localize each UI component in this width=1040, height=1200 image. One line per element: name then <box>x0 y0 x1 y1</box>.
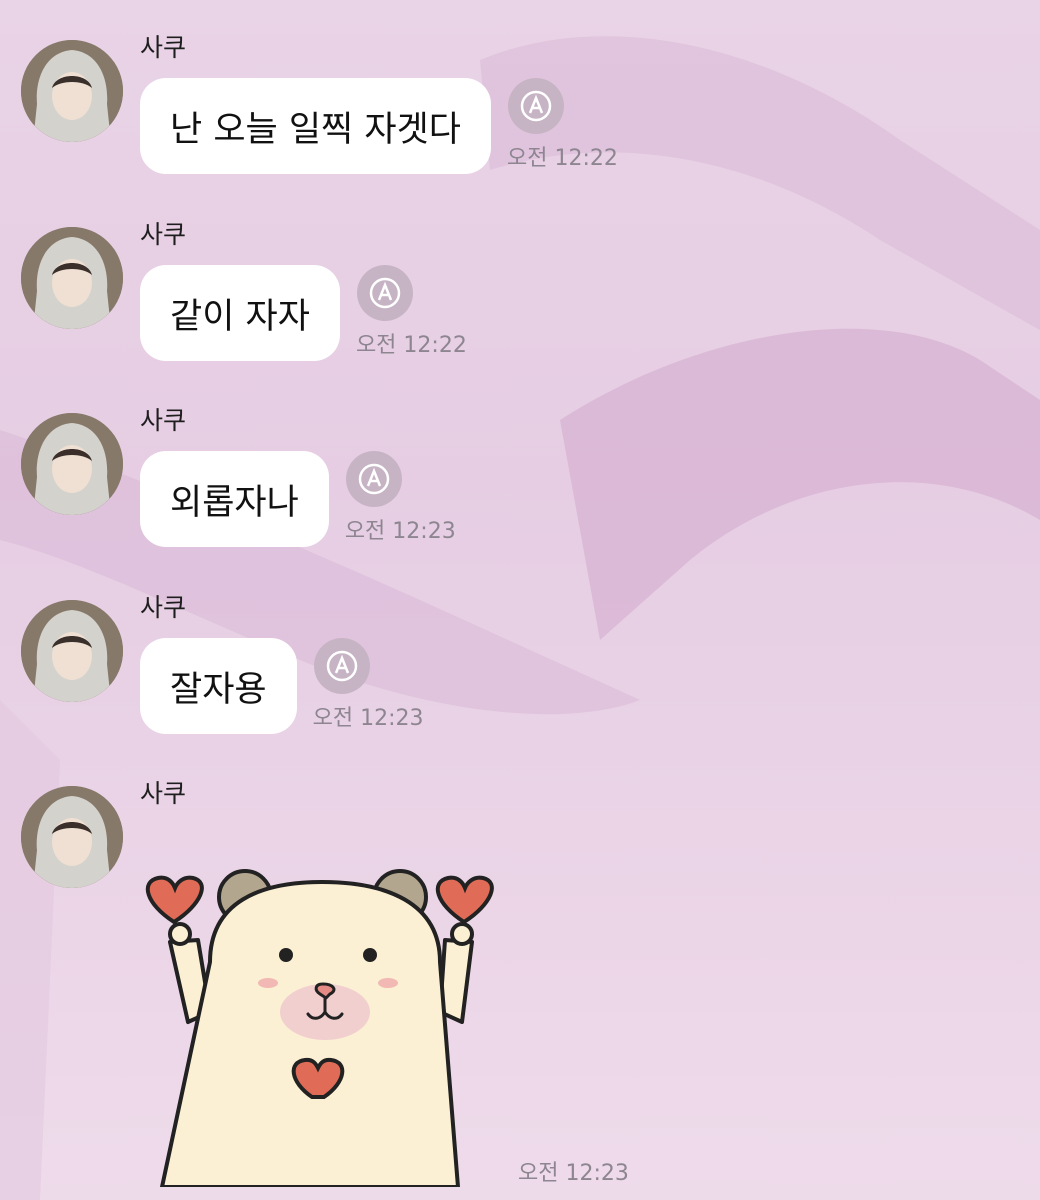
message-time: 오전 12:23 <box>518 1161 629 1186</box>
avatar[interactable] <box>21 227 123 329</box>
chat-thread: 사쿠 난 오늘 일찍 자겟다 오전 12:22 사쿠 같이 자자 오전 12:2… <box>0 0 1040 1200</box>
translate-icon[interactable] <box>313 638 370 694</box>
avatar[interactable] <box>21 40 123 142</box>
bear-holding-hearts-sticker[interactable] <box>140 852 500 1189</box>
translate-icon[interactable] <box>356 265 413 321</box>
sender-name: 사쿠 <box>140 779 187 808</box>
message-time: 오전 12:23 <box>312 706 424 731</box>
avatar[interactable] <box>21 600 123 702</box>
message-bubble[interactable]: 외롭자나 <box>140 451 329 547</box>
avatar[interactable] <box>21 786 123 888</box>
sender-name: 사쿠 <box>140 220 187 249</box>
message-bubble[interactable]: 난 오늘 일찍 자겟다 <box>140 78 491 174</box>
message-time: 오전 12:23 <box>344 519 456 544</box>
message-time: 오전 12:22 <box>506 146 618 171</box>
sender-name: 사쿠 <box>140 33 187 62</box>
sender-name: 사쿠 <box>140 406 187 435</box>
translate-icon[interactable] <box>507 78 564 134</box>
avatar[interactable] <box>21 413 123 515</box>
message-time: 오전 12:22 <box>355 333 467 358</box>
translate-icon[interactable] <box>345 451 402 507</box>
message-bubble[interactable]: 잘자용 <box>140 638 297 734</box>
sender-name: 사쿠 <box>140 593 187 622</box>
message-bubble[interactable]: 같이 자자 <box>140 265 340 361</box>
